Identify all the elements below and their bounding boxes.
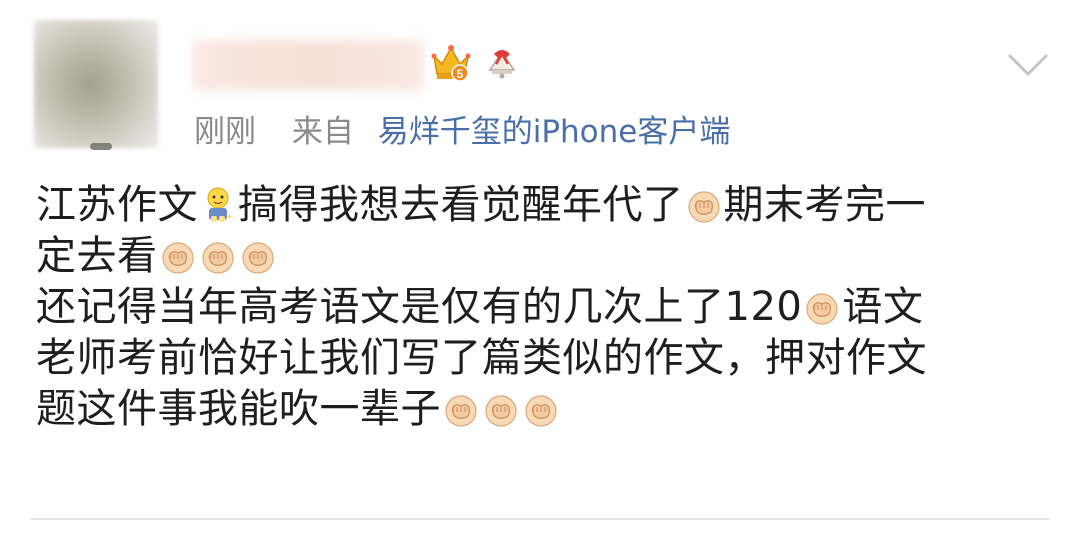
content-text: 搞得我想去看觉醒年代了 [238,182,684,228]
content-text: 题这件事我能吹一辈子 [36,386,441,432]
fist-icon [524,394,558,428]
fist-icon [805,292,839,326]
fist-icon [161,241,195,275]
post-content: 江苏作文 搞得我想去看觉醒年代了 期末考完一 定去看 还记得当年高考语文是仅有的几次上了… [36,180,1036,435]
content-line: 题这件事我能吹一辈子 [36,384,1036,435]
weibo-post-card: 5 刚刚 来自 易烊千玺的iPhone客户端 江苏作文 搞得我想去看觉醒年代了 期末… [0,0,1080,534]
post-source-label: 来自 [291,114,354,150]
avatar-badge [90,143,112,150]
chevron-down-icon[interactable] [1006,50,1050,80]
content-line: 还记得当年高考语文是仅有的几次上了120 语文 [36,282,1036,333]
content-text: 定去看 [36,233,158,279]
divider [30,518,1050,520]
bell-icon[interactable] [482,44,522,84]
baby-icon [201,186,235,224]
content-line: 江苏作文 搞得我想去看觉醒年代了 期末考完一 [36,180,1036,231]
avatar[interactable] [34,20,158,148]
crown-icon[interactable]: 5 [430,42,472,84]
content-text: 语文 [842,284,924,330]
content-text: 江苏作文 [36,182,198,228]
fist-icon [687,190,721,224]
content-text: 期末考完一 [723,182,926,228]
content-text: 老师考前恰好让我们写了篇类似的作文，押对作文 [36,335,927,381]
username-blurred[interactable] [192,40,424,90]
post-client-link[interactable]: 易烊千玺的iPhone客户端 [378,114,731,150]
post-time: 刚刚 [194,114,256,150]
post-meta: 刚刚 来自 易烊千玺的iPhone客户端 [194,110,730,154]
fist-icon [444,394,478,428]
content-line: 定去看 [36,231,1036,282]
fist-icon [241,241,275,275]
content-text: 还记得当年高考语文是仅有的几次上了120 [36,284,803,330]
level-badge-text: 5 [457,67,464,81]
fist-icon [484,394,518,428]
content-line: 老师考前恰好让我们写了篇类似的作文，押对作文 [36,333,1036,384]
fist-icon [201,241,235,275]
